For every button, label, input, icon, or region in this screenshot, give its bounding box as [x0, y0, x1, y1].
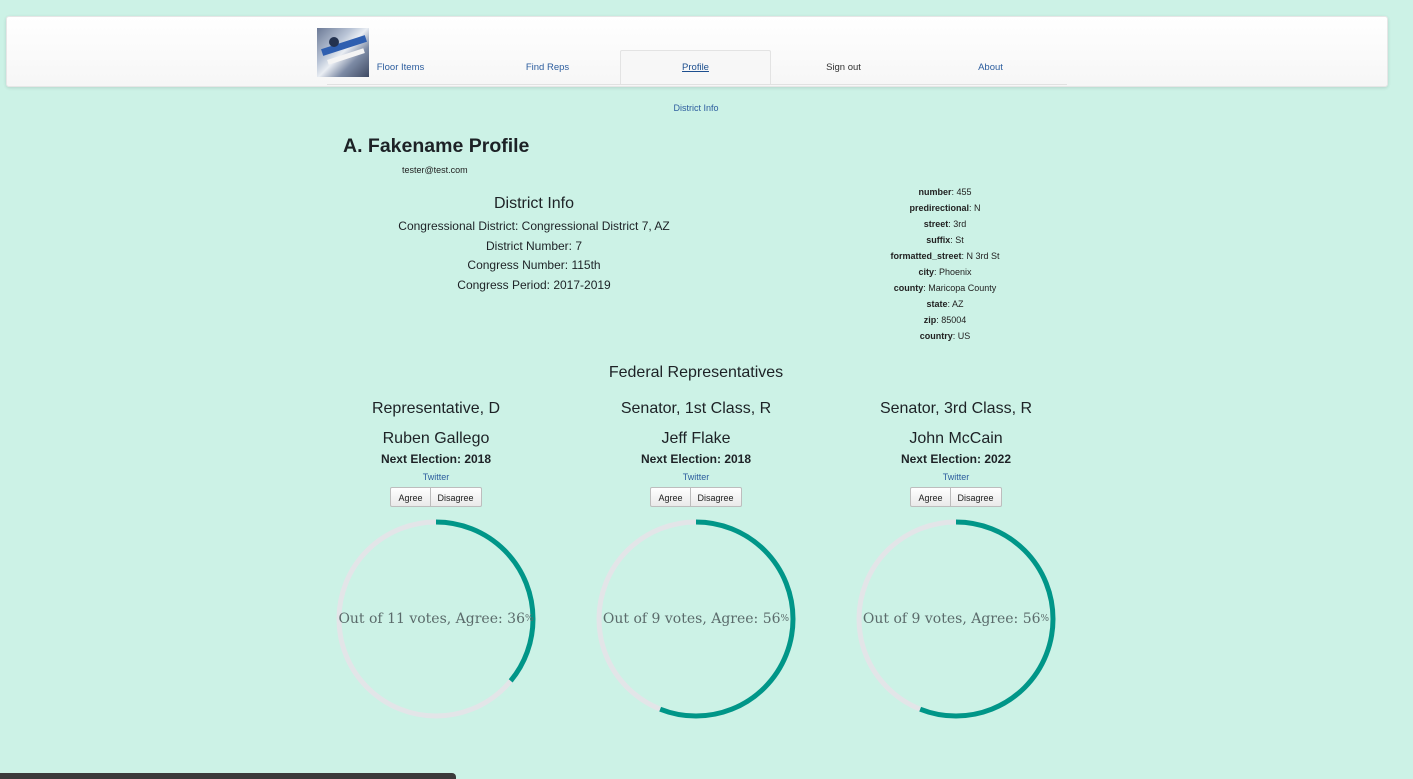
disagree-button[interactable]: Disagree	[690, 487, 742, 507]
ring-label: Out of 9 votes, Agree: 56%	[602, 611, 790, 627]
rep-next-election: Next Election: 2018	[380, 452, 492, 466]
rep-next-election: Next Election: 2022	[900, 452, 1012, 466]
rep-card: Senator, 1st Class, R Jeff Flake Next El…	[576, 400, 816, 507]
tab-profile[interactable]: Profile	[620, 50, 771, 85]
agree-button[interactable]: Agree	[650, 487, 691, 507]
address-zip: zip: 85004	[923, 315, 967, 325]
district-number: District Number: 7	[485, 238, 583, 253]
rep-role: Senator, 1st Class, R	[620, 400, 772, 417]
address-country: country: US	[919, 331, 971, 341]
twitter-link[interactable]: Twitter	[576, 472, 816, 484]
vote-button-group: Agree Disagree	[390, 487, 482, 507]
address-city: city: Phoenix	[918, 267, 972, 277]
disagree-button[interactable]: Disagree	[430, 487, 482, 507]
rep-name: Ruben Gallego	[382, 430, 490, 447]
vote-button-group: Agree Disagree	[910, 487, 1002, 507]
address-number: number: 455	[918, 187, 972, 197]
twitter-link[interactable]: Twitter	[836, 472, 1076, 484]
top-navbar: Floor Items Find Reps Profile Sign out A…	[6, 16, 1388, 87]
district-heading: District Info	[493, 195, 574, 212]
tab-floor-items[interactable]: Floor Items	[326, 51, 475, 84]
rep-name: John McCain	[909, 430, 1003, 447]
vote-button-group: Agree Disagree	[650, 487, 742, 507]
twitter-link[interactable]: Twitter	[316, 472, 556, 484]
page-title: A. Fakename Profile	[343, 135, 530, 157]
congress-period: Congress Period: 2017-2019	[457, 278, 611, 293]
rep-role: Representative, D	[371, 400, 501, 417]
congress-number: Congress Number: 115th	[467, 258, 601, 273]
address-suffix: suffix: St	[926, 235, 964, 245]
rep-role: Senator, 3rd Class, R	[879, 400, 1033, 417]
federal-reps-heading: Federal Representatives	[608, 364, 784, 381]
tab-about[interactable]: About	[916, 51, 1065, 84]
address-formatted-street: formatted_street: N 3rd St	[890, 251, 1000, 261]
rep-next-election: Next Election: 2018	[640, 452, 752, 466]
rep-card: Senator, 3rd Class, R John McCain Next E…	[836, 400, 1076, 507]
subtab-district-info[interactable]: District Info	[646, 103, 746, 113]
agree-button[interactable]: Agree	[390, 487, 431, 507]
address-details: number: 455 predirectional: N street: 3r…	[820, 184, 1070, 344]
agree-progress-ring: Out of 9 votes, Agree: 56%	[595, 518, 797, 720]
congressional-district: Congressional District: Congressional Di…	[398, 219, 670, 233]
address-county: county: Maricopa County	[893, 283, 997, 293]
browser-status-bar	[0, 773, 456, 779]
address-street: street: 3rd	[923, 219, 967, 229]
nav-divider	[327, 84, 1067, 85]
disagree-button[interactable]: Disagree	[950, 487, 1002, 507]
address-state: state: AZ	[926, 299, 964, 309]
ring-label: Out of 11 votes, Agree: 36%	[338, 611, 534, 627]
agree-progress-ring: Out of 9 votes, Agree: 56%	[855, 518, 1057, 720]
tab-sign-out[interactable]: Sign out	[769, 51, 918, 84]
district-info-panel: District Info Congressional District: Co…	[384, 195, 684, 296]
address-predirectional: predirectional: N	[909, 203, 981, 213]
agree-progress-ring: Out of 11 votes, Agree: 36%	[335, 518, 537, 720]
user-email: tester@test.com	[402, 165, 468, 175]
ring-label: Out of 9 votes, Agree: 56%	[862, 611, 1050, 627]
agree-button[interactable]: Agree	[910, 487, 951, 507]
rep-card: Representative, D Ruben Gallego Next Ele…	[316, 400, 556, 507]
rep-name: Jeff Flake	[661, 430, 731, 447]
tab-find-reps[interactable]: Find Reps	[473, 51, 622, 84]
